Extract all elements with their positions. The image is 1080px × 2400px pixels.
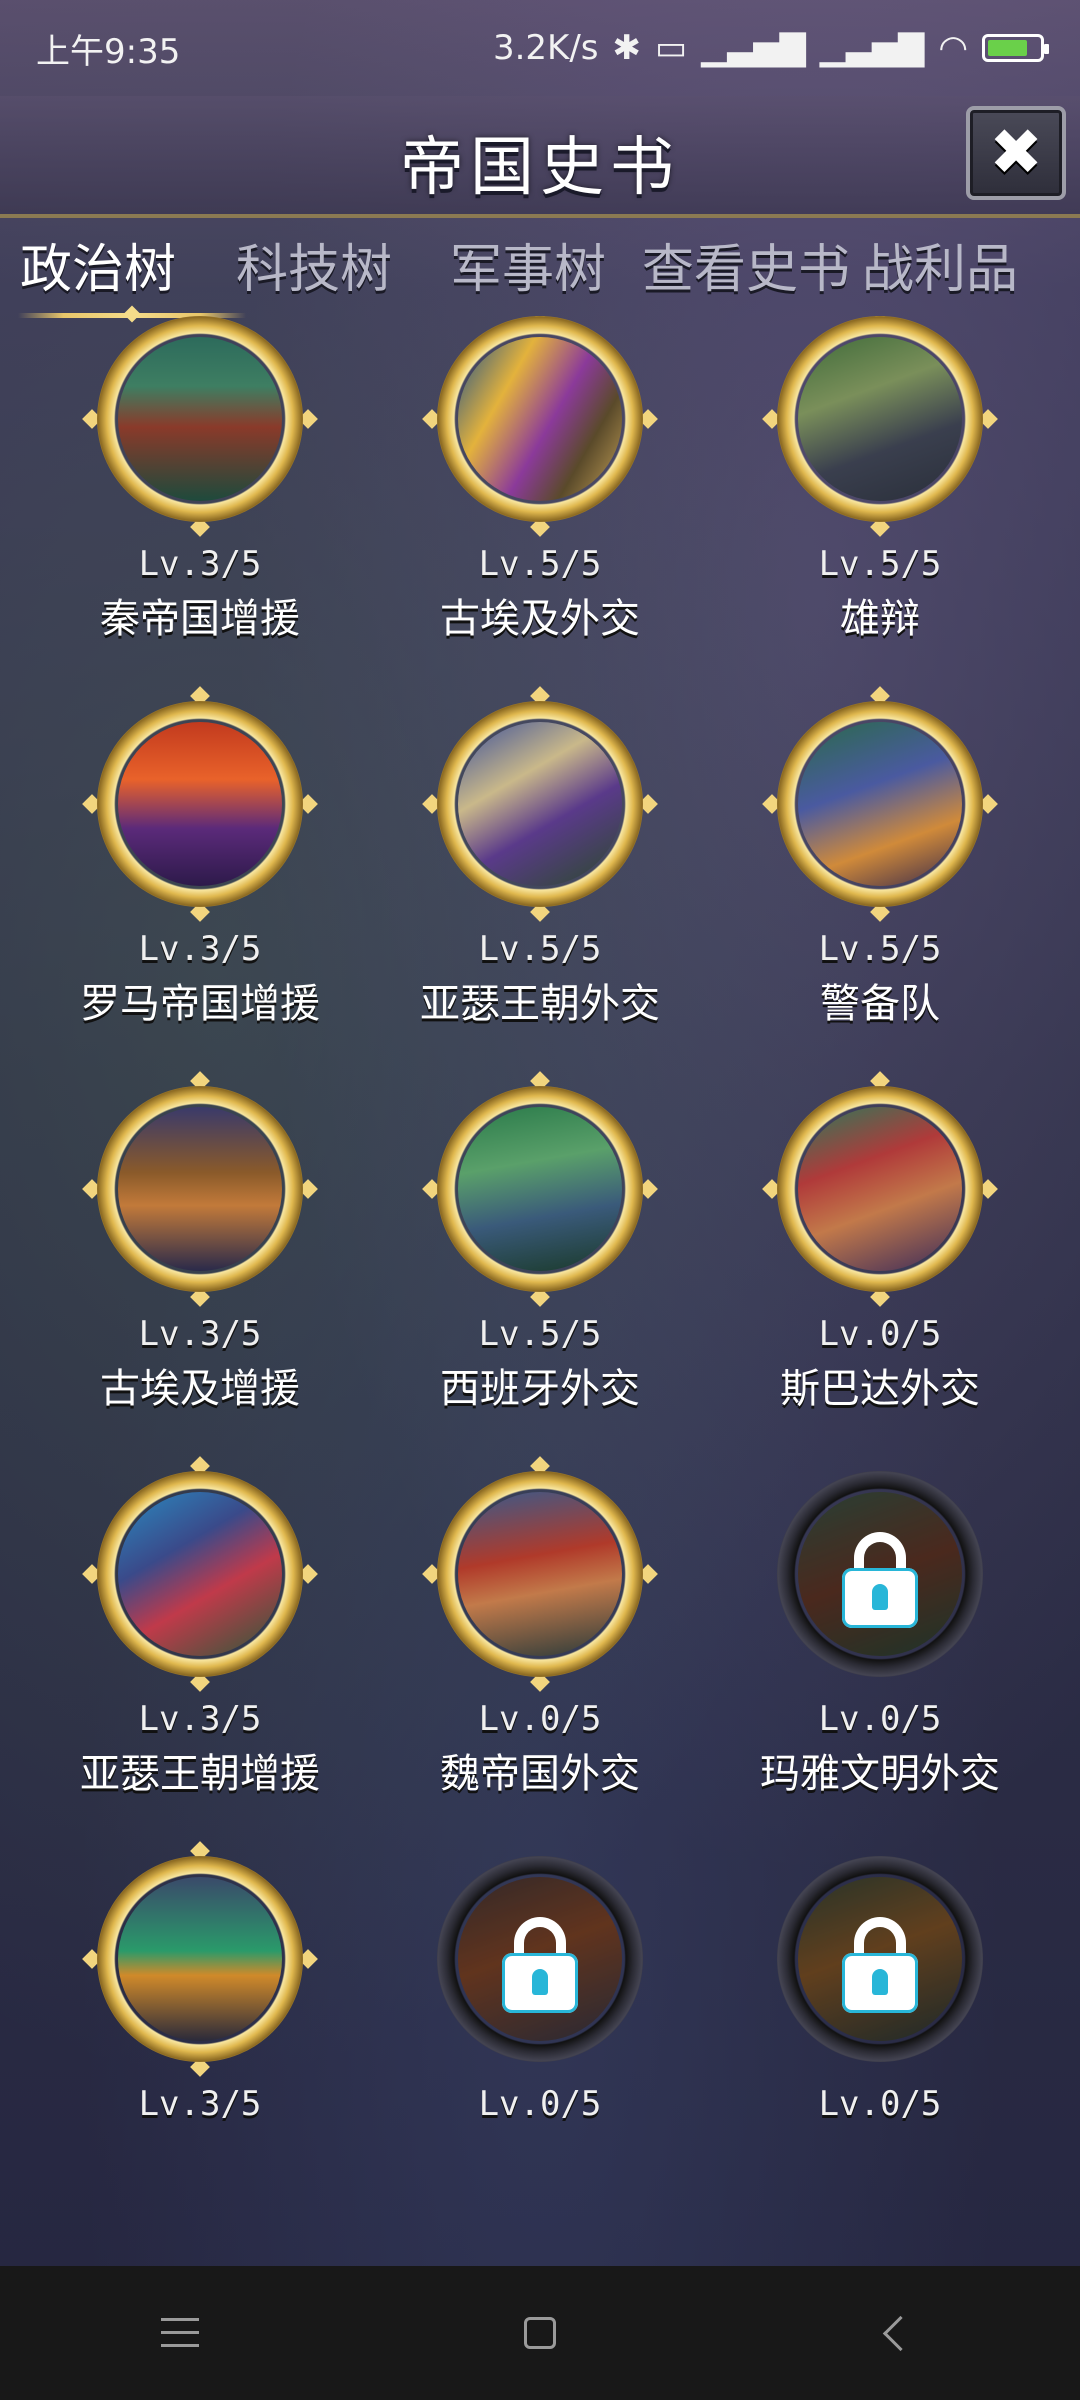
policy-name: 西班牙外交 (440, 1366, 640, 1412)
policy-node[interactable]: Lv.3/5 秦帝国增援 (20, 316, 380, 696)
tab-history-book[interactable]: 查看史书 (642, 227, 862, 302)
policy-level: Lv.0/5 (818, 1699, 942, 1739)
policy-artwork (118, 1877, 282, 2041)
policy-artwork (118, 337, 282, 501)
policy-node[interactable]: Lv.0/5 斯巴达外交 (700, 1071, 1060, 1466)
policy-medallion (422, 1071, 658, 1307)
policy-name: 古埃及增援 (100, 1366, 300, 1412)
policy-medallion (82, 1071, 318, 1307)
lock-icon (842, 1917, 918, 2013)
policy-artwork (798, 1107, 962, 1271)
policy-grid: Lv.5/5军事合作Lv.5/5罗马帝国外交Lv.5/5危机公关Lv.3/5秦帝… (0, 316, 1080, 2266)
tab-politics[interactable]: 政治树 (18, 227, 246, 318)
policy-node[interactable]: Lv.5/5 雄辩 (700, 316, 1060, 696)
policy-node[interactable]: Lv.5/5 警备队 (700, 686, 1060, 1081)
policy-level: Lv.0/5 (478, 1699, 602, 1739)
policy-medallion (422, 686, 658, 922)
close-button[interactable]: ✖ (966, 106, 1066, 200)
policy-artwork (118, 722, 282, 886)
policy-artwork (118, 1492, 282, 1656)
wifi-icon: ◠ (938, 28, 968, 68)
policy-medallion (82, 316, 318, 537)
policy-medallion (762, 686, 998, 922)
policy-level: Lv.5/5 (818, 544, 942, 584)
policy-artwork (458, 337, 622, 501)
signal-hd-icon: ▁▃▅▇ (819, 28, 925, 68)
policy-medallion (762, 1071, 998, 1307)
policy-node[interactable]: Lv.3/5 亚瑟王朝增援 (20, 1456, 380, 1851)
policy-level: Lv.5/5 (478, 929, 602, 969)
lock-icon (502, 1917, 578, 2013)
policy-node[interactable]: Lv.3/5 (20, 1841, 380, 2236)
policy-level: Lv.3/5 (138, 1314, 262, 1354)
policy-name: 罗马帝国增援 (80, 981, 320, 1027)
menu-button[interactable] (120, 2293, 240, 2373)
policy-node[interactable]: Lv.5/5 亚瑟王朝外交 (360, 686, 720, 1081)
policy-artwork (798, 722, 962, 886)
policy-name: 警备队 (820, 981, 940, 1027)
policy-name: 雄辩 (840, 596, 920, 642)
network-speed: 3.2K/s (492, 28, 599, 68)
policy-node[interactable]: Lv.3/5 罗马帝国增援 (20, 686, 380, 1081)
policy-artwork (798, 337, 962, 501)
policy-name: 秦帝国增援 (100, 596, 300, 642)
policy-name: 玛雅文明外交 (760, 1751, 1000, 1797)
vibrate-icon: ▭ (655, 28, 688, 68)
policy-level: Lv.3/5 (138, 2084, 262, 2124)
policy-level: Lv.5/5 (818, 929, 942, 969)
system-nav-bar (0, 2266, 1080, 2400)
policy-medallion (422, 316, 658, 537)
lock-icon (842, 1532, 918, 1628)
policy-medallion (82, 1841, 318, 2077)
policy-level: Lv.0/5 (478, 2084, 602, 2124)
page-title: 帝国史书 (400, 131, 680, 205)
policy-medallion (777, 1856, 983, 2062)
tab-bar: 政治树 科技树 军事树 查看史书 战利品 (0, 214, 1080, 318)
menu-icon (161, 2318, 199, 2348)
policy-level: Lv.5/5 (478, 1314, 602, 1354)
policy-node[interactable]: Lv.3/5 古埃及增援 (20, 1071, 380, 1466)
policy-level: Lv.5/5 (478, 544, 602, 584)
policy-level: Lv.3/5 (138, 544, 262, 584)
policy-medallion (762, 316, 998, 537)
policy-node[interactable]: Lv.0/5 玛雅文明外交 (700, 1471, 1060, 1851)
policy-node[interactable]: Lv.0/5 (700, 1856, 1060, 2236)
signal-hd-icon: ▁▃▅▇ (701, 28, 806, 68)
policy-medallion (777, 1471, 983, 1677)
policy-medallion (82, 686, 318, 922)
tab-spoils[interactable]: 战利品 (862, 227, 1062, 302)
policy-name: 斯巴达外交 (780, 1366, 980, 1412)
bluetooth-icon: ✱ (612, 28, 642, 68)
policy-name: 古埃及外交 (440, 596, 640, 642)
policy-medallion (437, 1856, 643, 2062)
policy-artwork (458, 1492, 622, 1656)
header-bar: 帝国史书 ✖ (0, 96, 1080, 218)
tab-technology[interactable]: 科技树 (236, 227, 450, 302)
policy-level: Lv.0/5 (818, 2084, 942, 2124)
home-icon (524, 2317, 556, 2349)
back-icon (882, 2315, 918, 2351)
close-icon: ✖ (989, 116, 1043, 190)
policy-medallion (422, 1456, 658, 1692)
tab-military[interactable]: 军事树 (450, 227, 642, 302)
policy-node[interactable]: Lv.0/5 (360, 1856, 720, 2236)
policy-node[interactable]: Lv.0/5 魏帝国外交 (360, 1456, 720, 1851)
policy-level: Lv.3/5 (138, 929, 262, 969)
status-bar: 上午9:35 3.2K/s ✱ ▭ ▁▃▅▇ ▁▃▅▇ ◠ (0, 0, 1080, 96)
home-button[interactable] (480, 2293, 600, 2373)
policy-artwork (118, 1107, 282, 1271)
status-time: 上午9:35 (36, 31, 181, 72)
policy-node[interactable]: Lv.5/5 古埃及外交 (360, 316, 720, 696)
policy-artwork (458, 722, 622, 886)
policy-name: 魏帝国外交 (440, 1751, 640, 1797)
policy-node[interactable]: Lv.5/5 西班牙外交 (360, 1071, 720, 1466)
policy-name: 亚瑟王朝增援 (80, 1751, 320, 1797)
battery-charging-icon (982, 34, 1049, 62)
policy-artwork (458, 1107, 622, 1271)
policy-name: 亚瑟王朝外交 (420, 981, 660, 1027)
back-button[interactable] (840, 2293, 960, 2373)
policy-medallion (82, 1456, 318, 1692)
policy-level: Lv.3/5 (138, 1699, 262, 1739)
policy-level: Lv.0/5 (818, 1314, 942, 1354)
